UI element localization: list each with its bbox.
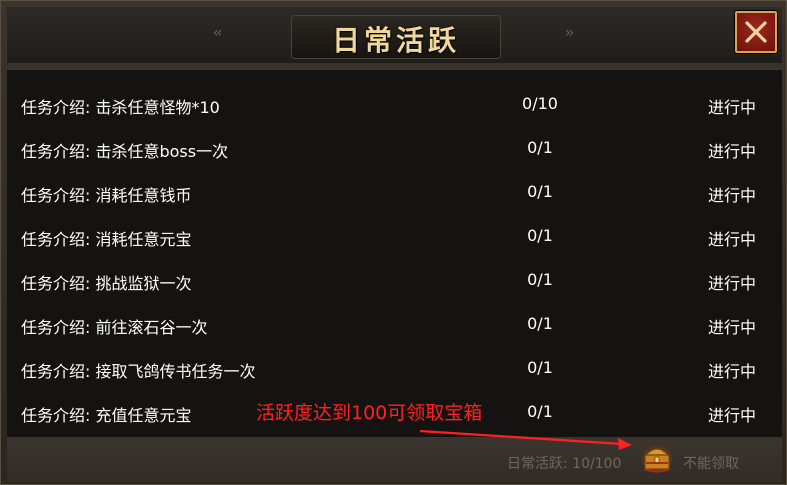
task-description: 任务介绍: 前往滚石谷一次 bbox=[21, 318, 208, 337]
task-description: 任务介绍: 挑战监狱一次 bbox=[21, 274, 192, 293]
task-progress: 0/1 bbox=[527, 270, 553, 289]
task-description: 任务介绍: 消耗任意元宝 bbox=[21, 230, 192, 249]
task-status: 进行中 bbox=[707, 274, 756, 293]
close-button[interactable] bbox=[735, 11, 777, 53]
task-row: 任务介绍: 前往滚石谷一次 0/1 进行中 bbox=[7, 296, 782, 340]
task-description: 任务介绍: 充值任意元宝 bbox=[21, 406, 192, 425]
window-title: 日常活跃 bbox=[331, 24, 460, 57]
task-status: 进行中 bbox=[707, 318, 756, 337]
double-chevron-left-icon: ‹‹ bbox=[213, 25, 222, 41]
double-chevron-right-icon: ›› bbox=[565, 25, 574, 41]
footer-bar: 日常活跃: 10/100 不能领取 bbox=[7, 437, 782, 482]
task-status: 进行中 bbox=[707, 98, 756, 117]
task-list: 任务介绍: 击杀任意怪物*10 0/10 进行中 任务介绍: 击杀任意boss一… bbox=[7, 69, 782, 437]
task-row: 任务介绍: 消耗任意钱币 0/1 进行中 bbox=[7, 164, 782, 208]
task-row: 任务介绍: 击杀任意boss一次 0/1 进行中 bbox=[7, 120, 782, 164]
task-progress: 0/1 bbox=[527, 358, 553, 377]
task-status: 进行中 bbox=[707, 186, 756, 205]
task-row: 任务介绍: 接取飞鸽传书任务一次 0/1 进行中 bbox=[7, 340, 782, 384]
activity-score-label: 日常活跃: 10/100 bbox=[507, 456, 622, 472]
task-status: 进行中 bbox=[707, 142, 756, 161]
task-description: 任务介绍: 击杀任意怪物*10 bbox=[21, 98, 220, 117]
task-progress: 0/10 bbox=[522, 94, 558, 113]
claim-button[interactable]: 不能领取 bbox=[683, 453, 739, 473]
task-progress: 0/1 bbox=[527, 402, 553, 421]
task-status: 进行中 bbox=[707, 406, 756, 425]
task-row: 任务介绍: 消耗任意元宝 0/1 进行中 bbox=[7, 208, 782, 252]
task-status: 进行中 bbox=[707, 230, 756, 249]
task-description: 任务介绍: 接取飞鸽传书任务一次 bbox=[21, 362, 256, 381]
close-icon bbox=[745, 21, 767, 43]
annotation-text: 活跃度达到100可领取宝箱 bbox=[256, 402, 483, 424]
task-status: 进行中 bbox=[707, 362, 756, 381]
task-row: 任务介绍: 击杀任意怪物*10 0/10 进行中 bbox=[7, 76, 782, 120]
task-progress: 0/1 bbox=[527, 182, 553, 201]
task-progress: 0/1 bbox=[527, 314, 553, 333]
task-description: 任务介绍: 消耗任意钱币 bbox=[21, 186, 192, 205]
task-row: 任务介绍: 挑战监狱一次 0/1 进行中 bbox=[7, 252, 782, 296]
task-progress: 0/1 bbox=[527, 138, 553, 157]
task-progress: 0/1 bbox=[527, 226, 553, 245]
treasure-chest-icon[interactable] bbox=[640, 441, 674, 475]
task-description: 任务介绍: 击杀任意boss一次 bbox=[21, 142, 229, 161]
